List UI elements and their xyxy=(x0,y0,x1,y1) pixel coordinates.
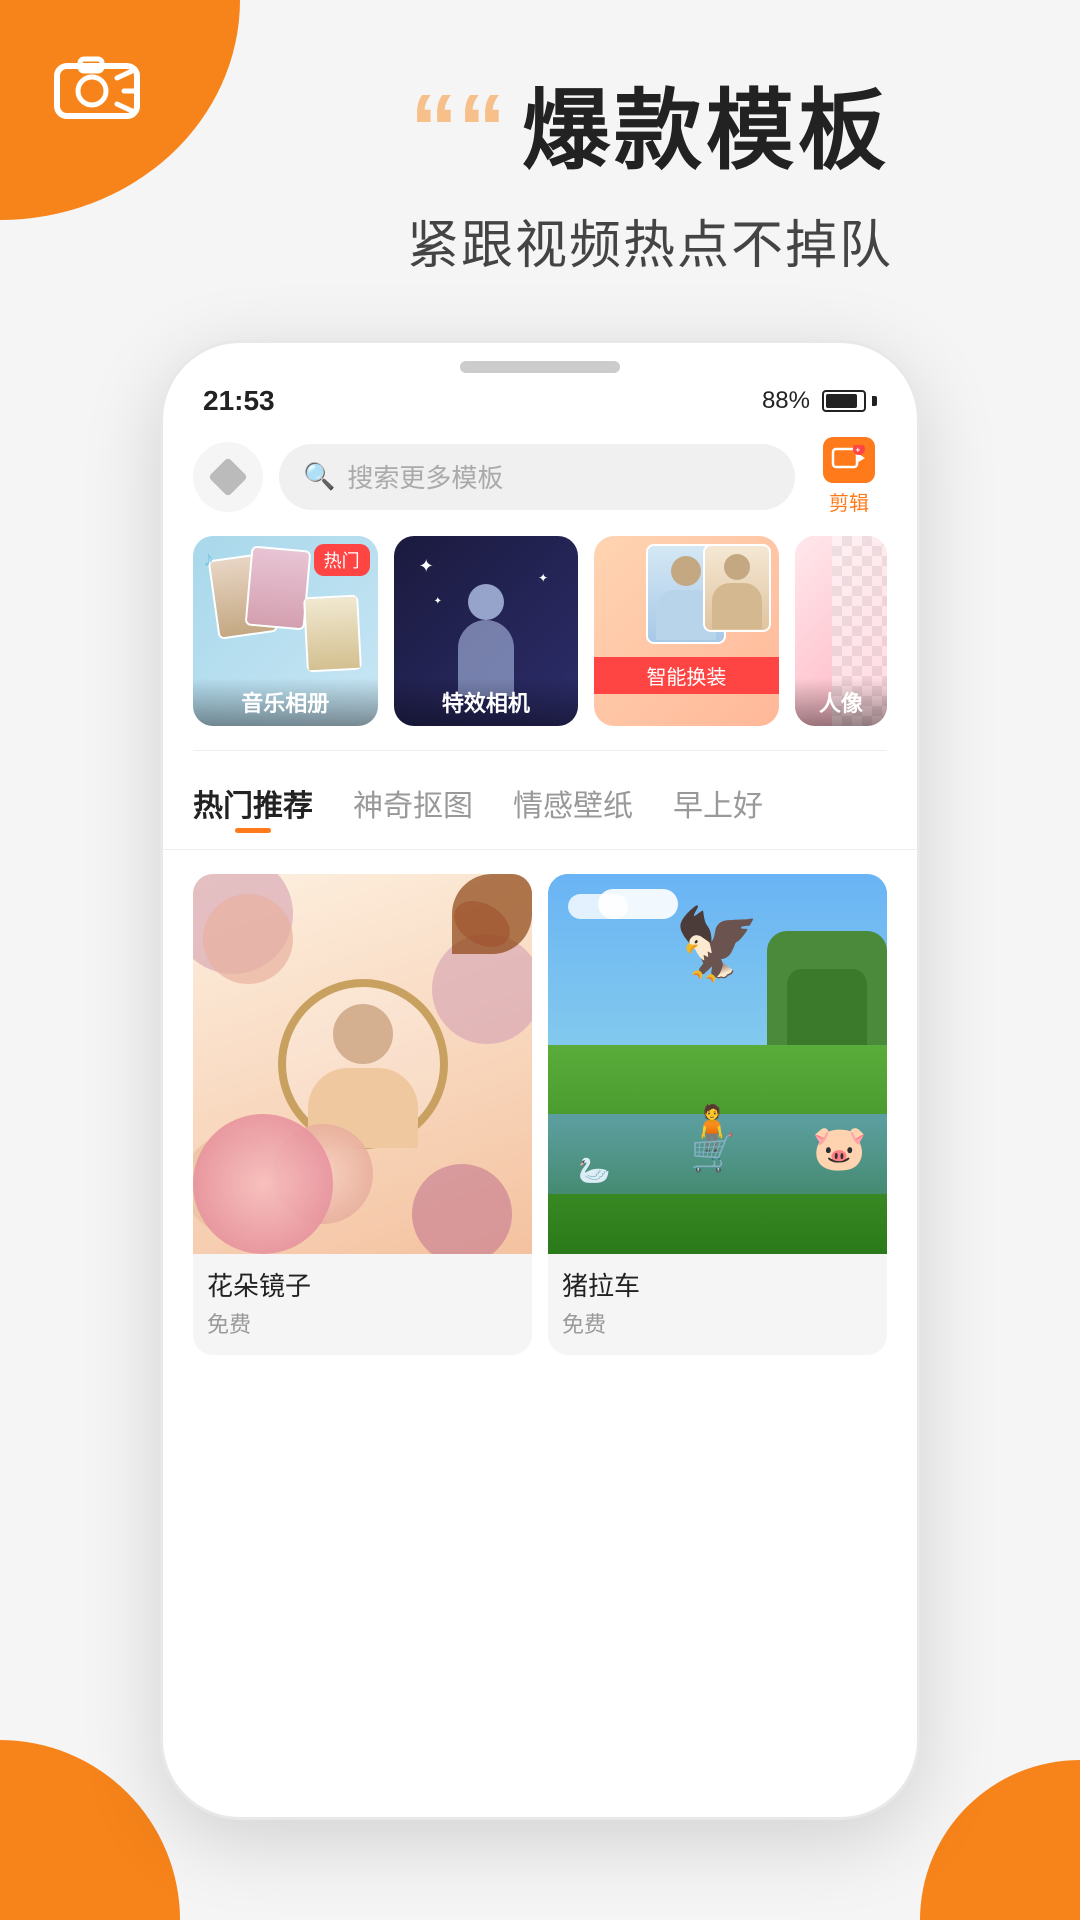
hero-subtitle: 紧跟视频热点不掉队 xyxy=(220,203,1080,278)
hot-badge: 热门 xyxy=(314,544,370,576)
nature-card-title: 猪拉车 xyxy=(548,1254,887,1307)
battery-icon xyxy=(822,390,877,412)
tab-emotion[interactable]: 情感壁纸 xyxy=(513,781,633,833)
diamond-button[interactable] xyxy=(193,442,263,512)
content-col-left: 花朵镜子 免费 xyxy=(193,874,532,1355)
template-card-portrait[interactable]: 人像 xyxy=(795,536,887,726)
template-card-music[interactable]: ♪ 热门 音乐相册 xyxy=(193,536,378,726)
edit-icon: + xyxy=(823,437,875,483)
content-card-nature[interactable]: 🦅 🧍 🛒 🐷 🦢 猪拉车 免费 xyxy=(548,874,887,1355)
camera-icon xyxy=(52,48,142,140)
template-card-effects[interactable]: ✦ ✦ ✦ 特效相机 xyxy=(394,536,579,726)
edit-label: 剪辑 xyxy=(829,487,869,516)
content-card-flower[interactable]: 花朵镜子 免费 xyxy=(193,874,532,1355)
nature-card-subtitle: 免费 xyxy=(548,1307,887,1355)
status-time: 21:53 xyxy=(203,385,275,417)
quote-mark: ““ xyxy=(410,81,506,177)
bg-decoration-bottom-left xyxy=(0,1740,180,1920)
edit-button[interactable]: + 剪辑 xyxy=(811,437,887,516)
top-bar: 🔍 搜索更多模板 + 剪辑 xyxy=(163,417,917,536)
template-card-fashion[interactable]: 智能换装 xyxy=(594,536,779,726)
phone-mockup: 21:53 88% 🔍 搜索更多模板 xyxy=(160,340,920,1820)
tab-magic[interactable]: 神奇抠图 xyxy=(353,781,473,833)
svg-text:+: + xyxy=(856,446,861,455)
tab-hot[interactable]: 热门推荐 xyxy=(193,781,313,833)
battery-percent: 88% xyxy=(762,387,810,415)
content-grid: 花朵镜子 免费 🦅 xyxy=(163,850,917,1379)
hero-section: ““ 爆款模板 紧跟视频热点不掉队 xyxy=(0,60,1080,278)
card-label-effects: 特效相机 xyxy=(394,678,579,726)
search-icon: 🔍 xyxy=(303,461,335,492)
category-tabs: 热门推荐 神奇抠图 情感壁纸 早上好 xyxy=(163,751,917,850)
flower-card-subtitle: 免费 xyxy=(193,1307,532,1355)
flower-card-title: 花朵镜子 xyxy=(193,1254,532,1307)
search-placeholder-text: 搜索更多模板 xyxy=(347,458,503,495)
search-bar[interactable]: 🔍 搜索更多模板 xyxy=(279,444,795,510)
card-label-music: 音乐相册 xyxy=(193,678,378,726)
bg-decoration-bottom-right xyxy=(920,1760,1080,1920)
fashion-badge: 智能换装 xyxy=(594,657,779,694)
nature-card-image: 🦅 🧍 🛒 🐷 🦢 xyxy=(548,874,887,1254)
template-cards-row: ♪ 热门 音乐相册 ✦ ✦ ✦ 特效相机 xyxy=(163,536,917,726)
diamond-icon xyxy=(208,457,248,497)
hero-title: 爆款模板 xyxy=(522,60,890,187)
flower-card-image xyxy=(193,874,532,1254)
content-col-right: 🦅 🧍 🛒 🐷 🦢 猪拉车 免费 xyxy=(548,874,887,1355)
tab-morning[interactable]: 早上好 xyxy=(673,781,763,833)
card-label-portrait: 人像 xyxy=(795,678,887,726)
status-right: 88% xyxy=(762,387,877,415)
phone-notch xyxy=(460,361,620,373)
status-bar: 21:53 88% xyxy=(163,373,917,417)
